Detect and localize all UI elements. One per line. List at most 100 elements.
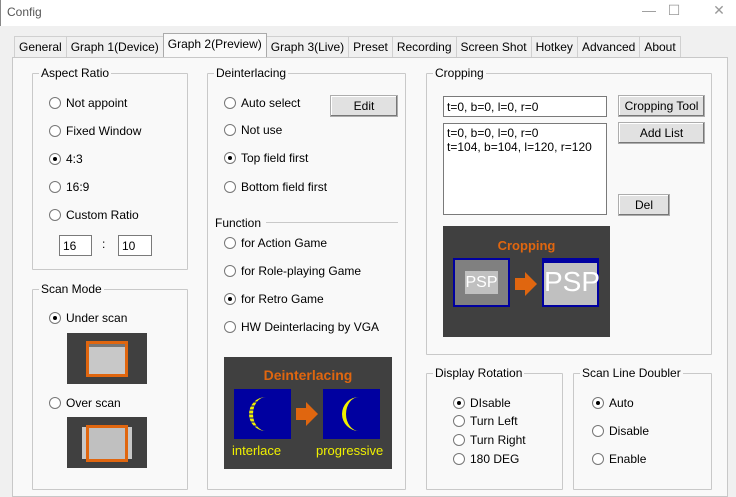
tab-graph-3-live[interactable]: Graph 3(Live) xyxy=(265,36,350,57)
tab-hotkey[interactable]: Hotkey xyxy=(530,36,578,57)
radio-under-scan[interactable]: Under scan xyxy=(49,311,127,325)
radio-button-icon[interactable] xyxy=(224,237,236,249)
radio-label: 180 DEG xyxy=(470,452,520,466)
radio-button-icon[interactable] xyxy=(453,415,465,427)
add-list-button[interactable]: Add List xyxy=(618,122,705,144)
maximize-button[interactable]: ☐ xyxy=(659,2,689,22)
radio-4-3[interactable]: 4:3 xyxy=(49,152,83,166)
ratio-separator: : xyxy=(102,237,106,251)
radio-button-icon[interactable] xyxy=(49,312,61,324)
radio-disable[interactable]: DIsable xyxy=(453,396,511,410)
radio-for-role-playing-game[interactable]: for Role-playing Game xyxy=(224,264,361,278)
delete-button[interactable]: Del xyxy=(618,194,670,216)
radio-turn-right[interactable]: Turn Right xyxy=(453,433,526,447)
radio-turn-left[interactable]: Turn Left xyxy=(453,414,518,428)
radio-label: DIsable xyxy=(470,396,511,410)
radio-button-icon[interactable] xyxy=(592,397,604,409)
over-scan-preview xyxy=(67,417,147,468)
tab-advanced[interactable]: Advanced xyxy=(576,36,641,57)
tab-screen-shot[interactable]: Screen Shot xyxy=(455,36,532,57)
display-rotation-label: Display Rotation xyxy=(433,366,525,380)
before-psp-text: PSP xyxy=(465,271,498,294)
custom-ratio-width-input[interactable] xyxy=(59,235,92,256)
radio-button-icon[interactable] xyxy=(49,397,61,409)
radio-button-icon[interactable] xyxy=(453,434,465,446)
radio-hw-deinterlacing-by-vga[interactable]: HW Deinterlacing by VGA xyxy=(224,320,379,334)
function-divider xyxy=(266,222,398,223)
custom-ratio-height-input[interactable] xyxy=(118,235,152,256)
progressive-moon-image xyxy=(323,389,380,439)
radio-button-icon[interactable] xyxy=(592,425,604,437)
radio-button-icon[interactable] xyxy=(592,453,604,465)
deinterlacing-label: Deinterlacing xyxy=(214,66,289,80)
radio-button-icon[interactable] xyxy=(49,125,61,137)
after-crop-image: PSP xyxy=(542,258,600,307)
radio-button-icon[interactable] xyxy=(224,97,236,109)
scan-mode-label: Scan Mode xyxy=(39,282,104,296)
radio-not-appoint[interactable]: Not appoint xyxy=(49,96,127,110)
tab-recording[interactable]: Recording xyxy=(391,36,457,57)
tab-general[interactable]: General xyxy=(14,36,67,57)
radio-label: Over scan xyxy=(66,396,121,410)
tab-graph-1-device[interactable]: Graph 1(Device) xyxy=(65,36,164,57)
cropping-list[interactable]: t=0, b=0, l=0, r=0 t=104, b=104, l=120, … xyxy=(443,123,607,215)
radio-label: HW Deinterlacing by VGA xyxy=(241,320,380,334)
close-button[interactable]: ✕ xyxy=(704,2,734,22)
title-bar: Config — ☐ ✕ xyxy=(0,0,736,26)
radio-disable[interactable]: Disable xyxy=(592,424,649,438)
radio-for-action-game[interactable]: for Action Game xyxy=(224,236,327,250)
radio-button-icon[interactable] xyxy=(49,153,61,165)
radio-custom-ratio[interactable]: Custom Ratio xyxy=(49,208,139,222)
tab-preset[interactable]: Preset xyxy=(348,36,393,57)
cropping-value-input[interactable] xyxy=(443,96,607,117)
radio-over-scan[interactable]: Over scan xyxy=(49,396,121,410)
tab-graph-2-preview[interactable]: Graph 2(Preview) xyxy=(162,33,267,57)
radio-label: Under scan xyxy=(66,311,128,325)
radio-label: Fixed Window xyxy=(66,124,142,138)
radio-label: Auto xyxy=(609,396,634,410)
arrow-right-icon xyxy=(296,402,318,426)
radio-top-field-first[interactable]: Top field first xyxy=(224,151,308,165)
radio-label: Enable xyxy=(609,452,647,466)
interlace-caption: interlace xyxy=(232,443,282,458)
cropping-preview: Cropping PSP PSP xyxy=(443,226,610,337)
cropping-label: Cropping xyxy=(433,66,486,80)
radio-label: Custom Ratio xyxy=(66,208,139,222)
list-item[interactable]: t=104, b=104, l=120, r=120 xyxy=(447,140,603,154)
radio-button-icon[interactable] xyxy=(224,293,236,305)
radio-button-icon[interactable] xyxy=(224,181,236,193)
radio-label: Turn Left xyxy=(470,414,518,428)
radio-for-retro-game[interactable]: for Retro Game xyxy=(224,292,324,306)
list-item[interactable]: t=0, b=0, l=0, r=0 xyxy=(447,126,603,140)
radio-fixed-window[interactable]: Fixed Window xyxy=(49,124,141,138)
deinterlacing-image-title: Deinterlacing xyxy=(263,367,353,383)
radio-180-deg[interactable]: 180 DEG xyxy=(453,452,519,466)
radio-16-9[interactable]: 16:9 xyxy=(49,180,89,194)
radio-button-icon[interactable] xyxy=(224,265,236,277)
radio-button-icon[interactable] xyxy=(453,453,465,465)
scan-line-doubler-label: Scan Line Doubler xyxy=(580,366,683,380)
radio-button-icon[interactable] xyxy=(224,321,236,333)
aspect-ratio-label: Aspect Ratio xyxy=(39,66,112,80)
radio-auto-select[interactable]: Auto select xyxy=(224,96,300,110)
radio-bottom-field-first[interactable]: Bottom field first xyxy=(224,180,327,194)
display-rotation-group: Display Rotation xyxy=(426,366,563,490)
radio-not-use[interactable]: Not use xyxy=(224,123,282,137)
radio-button-icon[interactable] xyxy=(224,124,236,136)
deinterlacing-preview: Deinterlacing interlace progressive xyxy=(224,357,392,469)
radio-button-icon[interactable] xyxy=(224,152,236,164)
progressive-caption: progressive xyxy=(316,443,384,458)
radio-button-icon[interactable] xyxy=(49,209,61,221)
radio-button-icon[interactable] xyxy=(49,181,61,193)
radio-enable[interactable]: Enable xyxy=(592,452,646,466)
cropping-tool-button[interactable]: Cropping Tool xyxy=(618,95,705,117)
edit-button[interactable]: Edit xyxy=(330,95,398,117)
radio-auto[interactable]: Auto xyxy=(592,396,634,410)
before-crop-image: PSP xyxy=(453,258,510,307)
radio-label: Top field first xyxy=(241,151,309,165)
radio-button-icon[interactable] xyxy=(453,397,465,409)
radio-label: Auto select xyxy=(241,96,301,110)
tab-about[interactable]: About xyxy=(639,36,681,57)
radio-label: Not appoint xyxy=(66,96,128,110)
radio-button-icon[interactable] xyxy=(49,97,61,109)
